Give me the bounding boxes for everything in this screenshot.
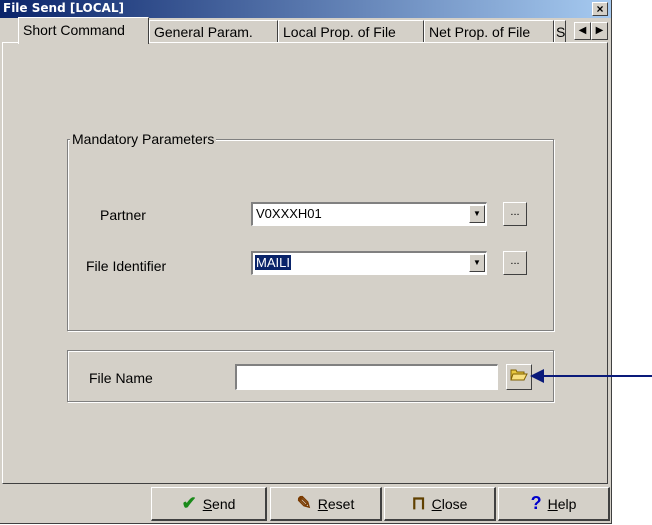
help-button[interactable]: ? Help — [498, 487, 610, 521]
tab-scroll-right-icon[interactable]: ▶ — [591, 22, 608, 40]
file-name-label: File Name — [89, 370, 153, 386]
window-title: File Send [LOCAL] — [3, 1, 124, 15]
tab-net-prop-of-file[interactable]: Net Prop. of File — [424, 20, 554, 43]
file-identifier-browse-button[interactable]: ... — [503, 251, 527, 275]
file-identifier-value: MAILI — [255, 255, 291, 270]
reset-button[interactable]: ✎ Reset — [270, 487, 382, 521]
close-label: Close — [431, 495, 468, 512]
mandatory-parameters-group — [67, 139, 554, 331]
file-name-input[interactable] — [235, 364, 498, 390]
file-identifier-combo[interactable]: MAILI ▼ — [251, 251, 487, 275]
reset-label: Reset — [317, 495, 355, 512]
title-bar[interactable]: File Send [LOCAL] × — [0, 0, 611, 18]
tab-partial[interactable]: S — [554, 20, 566, 43]
checkmark-icon: ✔ — [181, 493, 197, 513]
open-folder-icon — [510, 369, 528, 381]
file-identifier-label: File Identifier — [86, 258, 167, 274]
tab-scroll-left-icon[interactable]: ◀ — [574, 22, 591, 40]
chevron-down-icon[interactable]: ▼ — [469, 254, 485, 272]
help-icon: ? — [530, 493, 542, 513]
send-label: Send — [202, 495, 236, 512]
eraser-icon: ✎ — [296, 493, 312, 513]
tab-local-prop-of-file[interactable]: Local Prop. of File — [278, 20, 424, 43]
send-button[interactable]: ✔ Send — [151, 487, 267, 521]
partner-browse-button[interactable]: ... — [503, 202, 527, 226]
chevron-down-icon[interactable]: ▼ — [469, 205, 485, 223]
door-icon: ⊓ — [411, 493, 426, 513]
partner-value: V0XXXH01 — [256, 206, 322, 221]
close-button[interactable]: ⊓ Close — [384, 487, 496, 521]
partner-combo[interactable]: V0XXXH01 ▼ — [251, 202, 487, 226]
tab-general-param[interactable]: General Param. — [149, 20, 278, 43]
mandatory-parameters-legend: Mandatory Parameters — [70, 131, 217, 147]
file-send-window: File Send [LOCAL] × Short Command Genera… — [0, 0, 612, 524]
help-label: Help — [547, 495, 577, 512]
annotation-arrow-icon — [530, 369, 652, 383]
tab-short-command[interactable]: Short Command — [18, 17, 149, 44]
close-window-button[interactable]: × — [592, 2, 608, 16]
partner-label: Partner — [100, 207, 146, 223]
